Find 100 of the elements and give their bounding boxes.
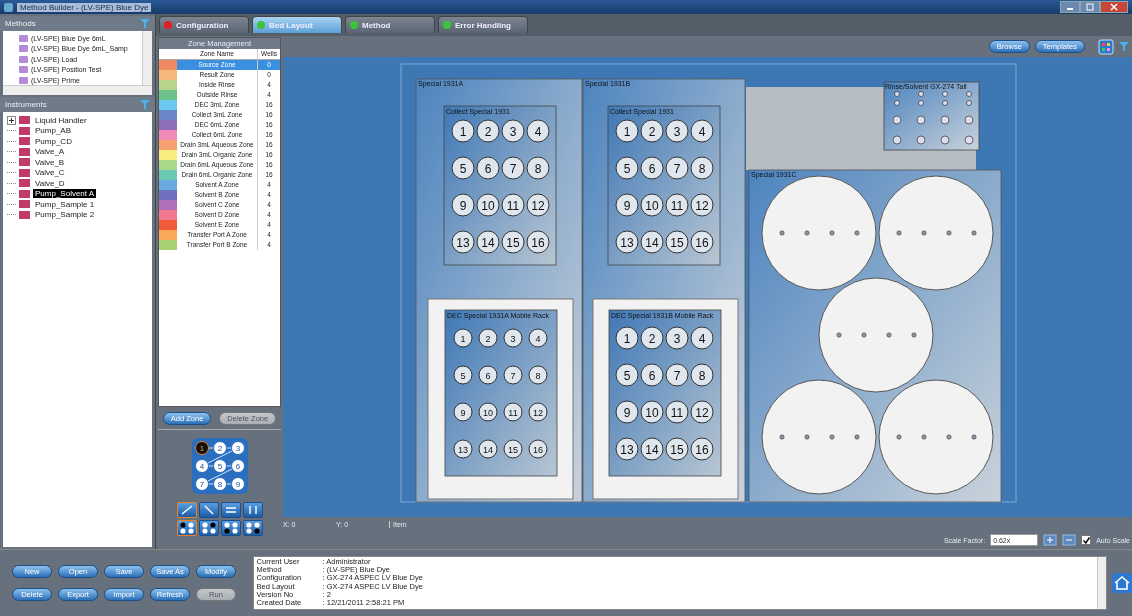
well[interactable]: 3 — [665, 326, 689, 350]
scrollbar[interactable] — [142, 31, 152, 86]
tree-item[interactable]: Valve_A — [33, 147, 67, 157]
well[interactable]: 12 — [528, 402, 548, 422]
tree-item[interactable]: Pump_Solvent A — [33, 189, 97, 199]
well[interactable]: 2 — [476, 119, 500, 143]
well[interactable]: 8 — [690, 363, 714, 387]
home-icon[interactable] — [1112, 573, 1132, 593]
well[interactable]: 7 — [665, 363, 689, 387]
well[interactable]: 11 — [665, 193, 689, 217]
well[interactable]: 14 — [476, 230, 500, 254]
well[interactable]: 7 — [501, 156, 525, 180]
fill-direction-button[interactable] — [242, 502, 263, 518]
well[interactable]: 13 — [453, 439, 473, 459]
well[interactable]: 4 — [690, 119, 714, 143]
well[interactable]: 15 — [503, 439, 523, 459]
well[interactable]: 16 — [690, 437, 714, 461]
bottle[interactable] — [818, 277, 934, 393]
tree-item[interactable]: Valve_B — [33, 157, 67, 167]
scrollbar[interactable] — [1097, 557, 1107, 609]
tree-item[interactable]: Pump_Sample 2 — [33, 210, 97, 220]
tree-item[interactable]: Valve_C — [33, 168, 67, 178]
fill-direction-button[interactable] — [220, 502, 241, 518]
well[interactable]: 8 — [690, 156, 714, 180]
start-corner-button[interactable] — [198, 520, 219, 536]
well[interactable]: 6 — [640, 363, 664, 387]
well[interactable]: 9 — [615, 193, 639, 217]
well[interactable]: 10 — [476, 193, 500, 217]
well[interactable]: 13 — [615, 230, 639, 254]
well[interactable]: 1 — [451, 119, 475, 143]
tab[interactable]: Configuration — [159, 16, 249, 33]
well[interactable]: 14 — [478, 439, 498, 459]
tab[interactable]: Method — [345, 16, 435, 33]
bottle[interactable] — [878, 379, 994, 495]
well[interactable]: 4 — [528, 328, 548, 348]
well[interactable]: 12 — [526, 193, 550, 217]
tree-item[interactable]: Pump_Sample 1 — [33, 199, 97, 209]
well[interactable]: 3 — [501, 119, 525, 143]
well[interactable]: 1 — [453, 328, 473, 348]
start-corner-button[interactable] — [176, 520, 197, 536]
well[interactable]: 1 — [615, 119, 639, 143]
well[interactable]: 15 — [665, 230, 689, 254]
bottle[interactable] — [878, 175, 994, 291]
well[interactable]: 2 — [640, 326, 664, 350]
tree-item[interactable]: Pump_CD — [33, 136, 74, 146]
well[interactable]: 2 — [478, 328, 498, 348]
well[interactable]: 9 — [615, 400, 639, 424]
well[interactable]: 16 — [528, 439, 548, 459]
well[interactable]: 14 — [640, 230, 664, 254]
well[interactable]: 5 — [615, 156, 639, 180]
well[interactable]: 6 — [640, 156, 664, 180]
well[interactable]: 3 — [665, 119, 689, 143]
tree-item[interactable]: Valve_D — [33, 178, 67, 188]
well[interactable]: 15 — [665, 437, 689, 461]
tree-item[interactable]: Pump_AB — [33, 126, 74, 136]
close-button[interactable] — [1100, 1, 1128, 13]
minimize-button[interactable] — [1060, 1, 1080, 13]
well[interactable]: 10 — [640, 400, 664, 424]
start-corner-button[interactable] — [220, 520, 241, 536]
scrollbar[interactable] — [3, 85, 152, 95]
bottle[interactable] — [761, 379, 877, 495]
well[interactable]: 8 — [528, 365, 548, 385]
well[interactable]: 13 — [615, 437, 639, 461]
start-corner-button[interactable] — [242, 520, 263, 536]
checkbox[interactable] — [1081, 535, 1092, 545]
well[interactable]: 5 — [615, 363, 639, 387]
well[interactable]: 7 — [665, 156, 689, 180]
expander-icon[interactable] — [7, 115, 16, 125]
well[interactable]: 11 — [665, 400, 689, 424]
well[interactable]: 10 — [478, 402, 498, 422]
well[interactable]: 3 — [503, 328, 523, 348]
well[interactable]: 9 — [453, 402, 473, 422]
well[interactable]: 8 — [526, 156, 550, 180]
well[interactable]: 2 — [640, 119, 664, 143]
fill-direction-button[interactable] — [198, 502, 219, 518]
well[interactable]: 13 — [451, 230, 475, 254]
well[interactable]: 10 — [640, 193, 664, 217]
tree-item[interactable]: Liquid Handler — [33, 115, 89, 125]
well[interactable]: 5 — [453, 365, 473, 385]
well[interactable]: 12 — [690, 400, 714, 424]
well[interactable]: 11 — [503, 402, 523, 422]
palette-icon[interactable] — [1098, 38, 1114, 55]
zoom-in-icon[interactable] — [1043, 534, 1058, 546]
well[interactable]: 7 — [503, 365, 523, 385]
well[interactable]: 16 — [690, 230, 714, 254]
well[interactable]: 5 — [451, 156, 475, 180]
well[interactable]: 11 — [501, 193, 525, 217]
well[interactable]: 1 — [615, 326, 639, 350]
well[interactable]: 12 — [690, 193, 714, 217]
well[interactable]: 16 — [526, 230, 550, 254]
app-icon — [4, 2, 13, 12]
well[interactable]: 9 — [451, 193, 475, 217]
well[interactable]: 6 — [476, 156, 500, 180]
well[interactable]: 15 — [501, 230, 525, 254]
tab[interactable]: Error Handling — [438, 16, 528, 33]
fill-direction-button[interactable] — [176, 502, 197, 518]
well[interactable]: 4 — [690, 326, 714, 350]
well[interactable]: 4 — [526, 119, 550, 143]
well[interactable]: 14 — [640, 437, 664, 461]
well[interactable]: 6 — [478, 365, 498, 385]
